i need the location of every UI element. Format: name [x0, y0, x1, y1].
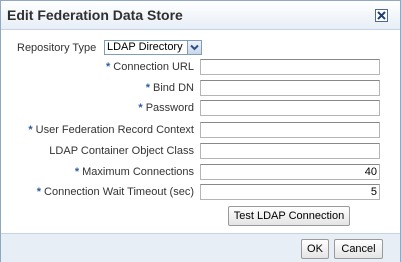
maximum-connections-field[interactable] — [200, 164, 380, 180]
edit-federation-data-store-dialog: Edit Federation Data Store Repository Ty… — [0, 0, 401, 262]
required-marker: * — [145, 82, 151, 94]
close-button[interactable] — [375, 9, 388, 22]
connection-wait-timeout-label-text: Connection Wait Timeout (sec) — [44, 186, 194, 198]
password-label-text: Password — [145, 102, 194, 114]
repository-type-value: LDAP Directory — [107, 41, 183, 53]
bind-dn-field[interactable] — [200, 80, 380, 96]
maximum-connections-label: * Maximum Connections — [75, 165, 194, 179]
test-ldap-connection-button[interactable]: Test LDAP Connection — [228, 206, 350, 226]
dialog-footer: OK Cancel — [1, 233, 400, 262]
dialog-title: Edit Federation Data Store — [7, 7, 183, 23]
connection-wait-timeout-label: * Connection Wait Timeout (sec) — [37, 185, 194, 199]
required-marker: * — [28, 124, 33, 136]
connection-url-label: * Connection URL — [106, 60, 194, 74]
cancel-button[interactable]: Cancel — [334, 239, 383, 259]
user-federation-record-context-label: * User Federation Record Context — [28, 123, 194, 137]
bind-dn-label-text: Bind DN — [153, 82, 194, 94]
required-marker: * — [106, 61, 111, 73]
chevron-down-icon[interactable] — [187, 41, 201, 54]
connection-wait-timeout-field[interactable] — [200, 184, 380, 200]
connection-url-field[interactable] — [200, 59, 380, 75]
user-federation-record-context-label-text: User Federation Record Context — [35, 124, 194, 136]
repository-type-label: Repository Type — [17, 42, 97, 54]
bind-dn-label: * Bind DN — [146, 81, 194, 95]
required-marker: * — [36, 186, 42, 198]
close-icon — [376, 10, 387, 21]
ldap-container-object-class-label: LDAP Container Object Class — [49, 145, 194, 157]
ok-button[interactable]: OK — [301, 239, 329, 259]
dialog-titlebar: Edit Federation Data Store — [1, 1, 400, 30]
repository-type-select[interactable]: LDAP Directory — [104, 40, 202, 55]
maximum-connections-label-text: Maximum Connections — [82, 166, 194, 178]
required-marker: * — [74, 166, 80, 178]
user-federation-record-context-field[interactable] — [200, 122, 380, 138]
connection-url-label-text: Connection URL — [113, 61, 194, 73]
password-field[interactable] — [200, 100, 380, 116]
password-label: * Password — [138, 101, 194, 115]
required-marker: * — [138, 102, 143, 114]
ldap-container-object-class-field[interactable] — [200, 143, 380, 159]
